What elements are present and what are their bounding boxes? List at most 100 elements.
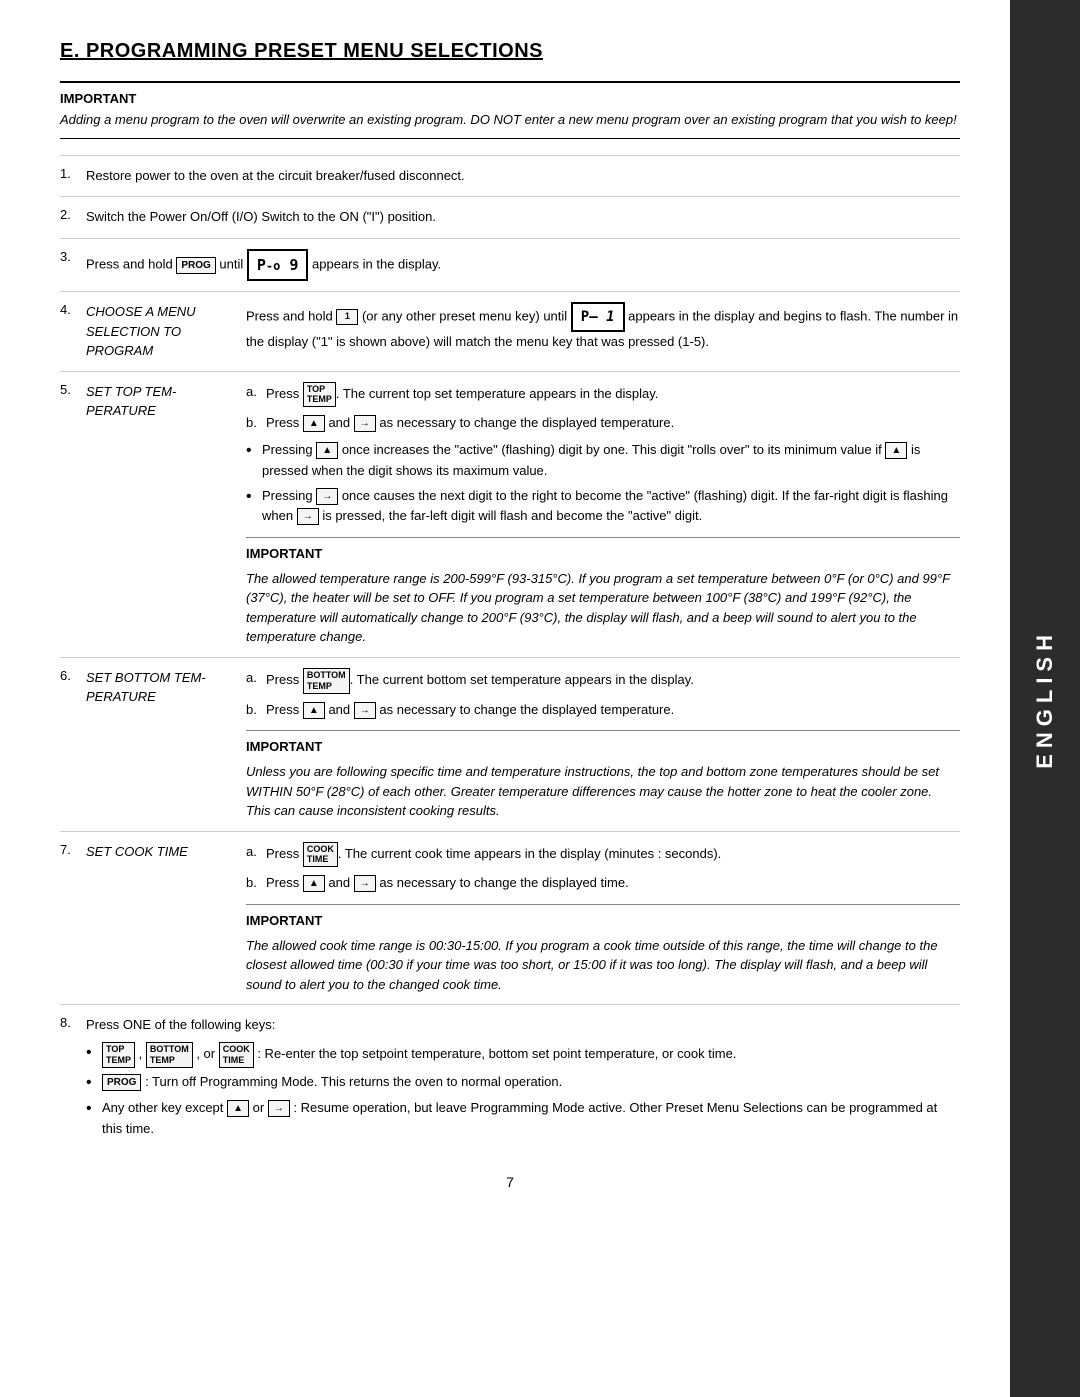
important-top-box: IMPORTANT Adding a menu program to the o… <box>60 81 960 139</box>
step-4-left: CHOOSE A MENU SELECTION TO PROGRAM <box>86 302 246 361</box>
step-4-right: Press and hold 1 (or any other preset me… <box>246 302 960 361</box>
step-2-content: Switch the Power On/Off (I/O) Switch to … <box>86 207 960 228</box>
steps-list: 1. Restore power to the oven at the circ… <box>60 155 960 1154</box>
step-8-number: 8. <box>60 1015 86 1030</box>
step-8-bullet-2: • PROG : Turn off Programming Mode. This… <box>86 1072 960 1094</box>
step-6a-content: Press BOTTOMTEMP. The current bottom set… <box>266 668 960 694</box>
step-7-important: IMPORTANT The allowed cook time range is… <box>246 904 960 994</box>
step-6-content: SET BOTTOM TEM-PERATURE a. Press BOTTOMT… <box>86 668 960 821</box>
step-3: 3. Press and hold PROG until P-o 9 appea… <box>60 238 960 291</box>
step-5-bullet-2-text: Pressing → once causes the next digit to… <box>262 486 960 528</box>
step-3-content: Press and hold PROG until P-o 9 appears … <box>86 249 960 281</box>
step-7a-label: a. <box>246 842 266 863</box>
up-arrow-key-7b: ▲ <box>303 875 325 892</box>
step-4-content: CHOOSE A MENU SELECTION TO PROGRAM Press… <box>86 302 960 361</box>
step-8-bullet-1-text: TOPTEMP , BOTTOMTEMP , or COOKTIME : Re-… <box>102 1042 960 1068</box>
step-7b: b. Press ▲ and → as necessary to change … <box>246 873 960 894</box>
up-arrow-key-8: ▲ <box>227 1100 249 1117</box>
step-5-subs: a. Press TOPTEMP. The current top set te… <box>246 382 960 434</box>
step-5-content: SET TOP TEM-PERATURE a. Press TOPTEMP. T… <box>86 382 960 647</box>
step-8-bullet-2-text: PROG : Turn off Programming Mode. This r… <box>102 1072 960 1093</box>
sidebar: ENGLISH <box>1010 0 1080 1397</box>
prog-key: PROG <box>176 257 215 274</box>
step-1-content: Restore power to the oven at the circuit… <box>86 166 960 187</box>
page-container: E. PROGRAMMING PRESET MENU SELECTIONS IM… <box>0 0 1080 1397</box>
prog-key-8: PROG <box>102 1074 141 1091</box>
preset-1-key: 1 <box>336 309 358 325</box>
step-6a: a. Press BOTTOMTEMP. The current bottom … <box>246 668 960 694</box>
step-7-number: 7. <box>60 842 86 857</box>
step-7-right: a. Press COOKTIME. The current cook time… <box>246 842 960 995</box>
step-5: 5. SET TOP TEM-PERATURE a. Press TOPTEMP… <box>60 371 960 657</box>
right-arrow-key-b2: → <box>316 488 338 505</box>
step-5-left: SET TOP TEM-PERATURE <box>86 382 246 647</box>
step-5-bullets: • Pressing ▲ once increases the "active"… <box>246 440 960 527</box>
step-5a-label: a. <box>246 382 266 403</box>
step-6a-label: a. <box>246 668 266 689</box>
right-arrow-key-6b: → <box>354 702 376 719</box>
step-7b-label: b. <box>246 873 266 894</box>
step-7-left: SET COOK TIME <box>86 842 246 995</box>
step-6b: b. Press ▲ and → as necessary to change … <box>246 700 960 721</box>
step-7-important-label: IMPORTANT <box>246 911 960 932</box>
step-1: 1. Restore power to the oven at the circ… <box>60 155 960 197</box>
important-top-text: Adding a menu program to the oven will o… <box>60 110 960 130</box>
step-7a-content: Press COOKTIME. The current cook time ap… <box>266 842 960 868</box>
step-5-bullet-1: • Pressing ▲ once increases the "active"… <box>246 440 960 482</box>
step-5-right: a. Press TOPTEMP. The current top set te… <box>246 382 960 647</box>
up-arrow-key-b1: ▲ <box>316 442 338 459</box>
step-5-important-text: The allowed temperature range is 200-599… <box>246 569 960 647</box>
step-4-number: 4. <box>60 302 86 317</box>
step-6b-label: b. <box>246 700 266 721</box>
step-6: 6. SET BOTTOM TEM-PERATURE a. Press BOTT… <box>60 657 960 831</box>
step-5b-label: b. <box>246 413 266 434</box>
p-dash-display: P— 1 <box>571 302 625 332</box>
step-5-important: IMPORTANT The allowed temperature range … <box>246 537 960 647</box>
bottom-temp-key: BOTTOMTEMP <box>303 668 350 694</box>
step-7-subs: a. Press COOKTIME. The current cook time… <box>246 842 960 894</box>
step-8-bullet-1: • TOPTEMP , BOTTOMTEMP , or COOKTIME : R… <box>86 1042 960 1068</box>
step-6b-content: Press ▲ and → as necessary to change the… <box>266 700 960 721</box>
right-arrow-key-8: → <box>268 1100 290 1117</box>
main-content: E. PROGRAMMING PRESET MENU SELECTIONS IM… <box>0 0 1010 1397</box>
step-6-right: a. Press BOTTOMTEMP. The current bottom … <box>246 668 960 821</box>
step-5a: a. Press TOPTEMP. The current top set te… <box>246 382 960 408</box>
step-7b-content: Press ▲ and → as necessary to change the… <box>266 873 960 894</box>
step-6-important-label: IMPORTANT <box>246 737 960 758</box>
cook-time-key-8: COOKTIME <box>219 1042 254 1068</box>
step-2: 2. Switch the Power On/Off (I/O) Switch … <box>60 196 960 238</box>
step-7-important-text: The allowed cook time range is 00:30-15:… <box>246 936 960 995</box>
right-arrow-key-b2b: → <box>297 508 319 525</box>
step-7a: a. Press COOKTIME. The current cook time… <box>246 842 960 868</box>
page-number: 7 <box>60 1174 960 1190</box>
step-7-content: SET COOK TIME a. Press COOKTIME. The cur… <box>86 842 960 995</box>
top-temp-key-8: TOPTEMP <box>102 1042 135 1068</box>
step-6-number: 6. <box>60 668 86 683</box>
step-5b-content: Press ▲ and → as necessary to change the… <box>266 413 960 434</box>
step-6-left: SET BOTTOM TEM-PERATURE <box>86 668 246 821</box>
right-arrow-key-7b: → <box>354 875 376 892</box>
sidebar-text: ENGLISH <box>1032 629 1058 769</box>
step-5-important-label: IMPORTANT <box>246 544 960 565</box>
page-title: E. PROGRAMMING PRESET MENU SELECTIONS <box>60 40 960 63</box>
step-4: 4. CHOOSE A MENU SELECTION TO PROGRAM Pr… <box>60 291 960 371</box>
step-2-number: 2. <box>60 207 86 222</box>
step-5-number: 5. <box>60 382 86 397</box>
step-5b: b. Press ▲ and → as necessary to change … <box>246 413 960 434</box>
step-7: 7. SET COOK TIME a. Press COOKTIME. The … <box>60 831 960 1005</box>
step-8-bullet-3-text: Any other key except ▲ or → : Resume ope… <box>102 1098 960 1140</box>
step-8-bullet-3: • Any other key except ▲ or → : Resume o… <box>86 1098 960 1140</box>
important-top-label: IMPORTANT <box>60 91 960 106</box>
step-3-number: 3. <box>60 249 86 264</box>
step-6-subs: a. Press BOTTOMTEMP. The current bottom … <box>246 668 960 720</box>
up-arrow-key-5b: ▲ <box>303 415 325 432</box>
step-6-important: IMPORTANT Unless you are following speci… <box>246 730 960 820</box>
top-temp-key: TOPTEMP <box>303 382 336 408</box>
bottom-temp-key-8: BOTTOMTEMP <box>146 1042 193 1068</box>
up-arrow-key-b1b: ▲ <box>885 442 907 459</box>
right-arrow-key-5b: → <box>354 415 376 432</box>
step-6-important-text: Unless you are following specific time a… <box>246 762 960 821</box>
step-5a-content: Press TOPTEMP. The current top set tempe… <box>266 382 960 408</box>
cook-time-key: COOKTIME <box>303 842 338 868</box>
step-8-content: Press ONE of the following keys: • TOPTE… <box>86 1015 960 1143</box>
